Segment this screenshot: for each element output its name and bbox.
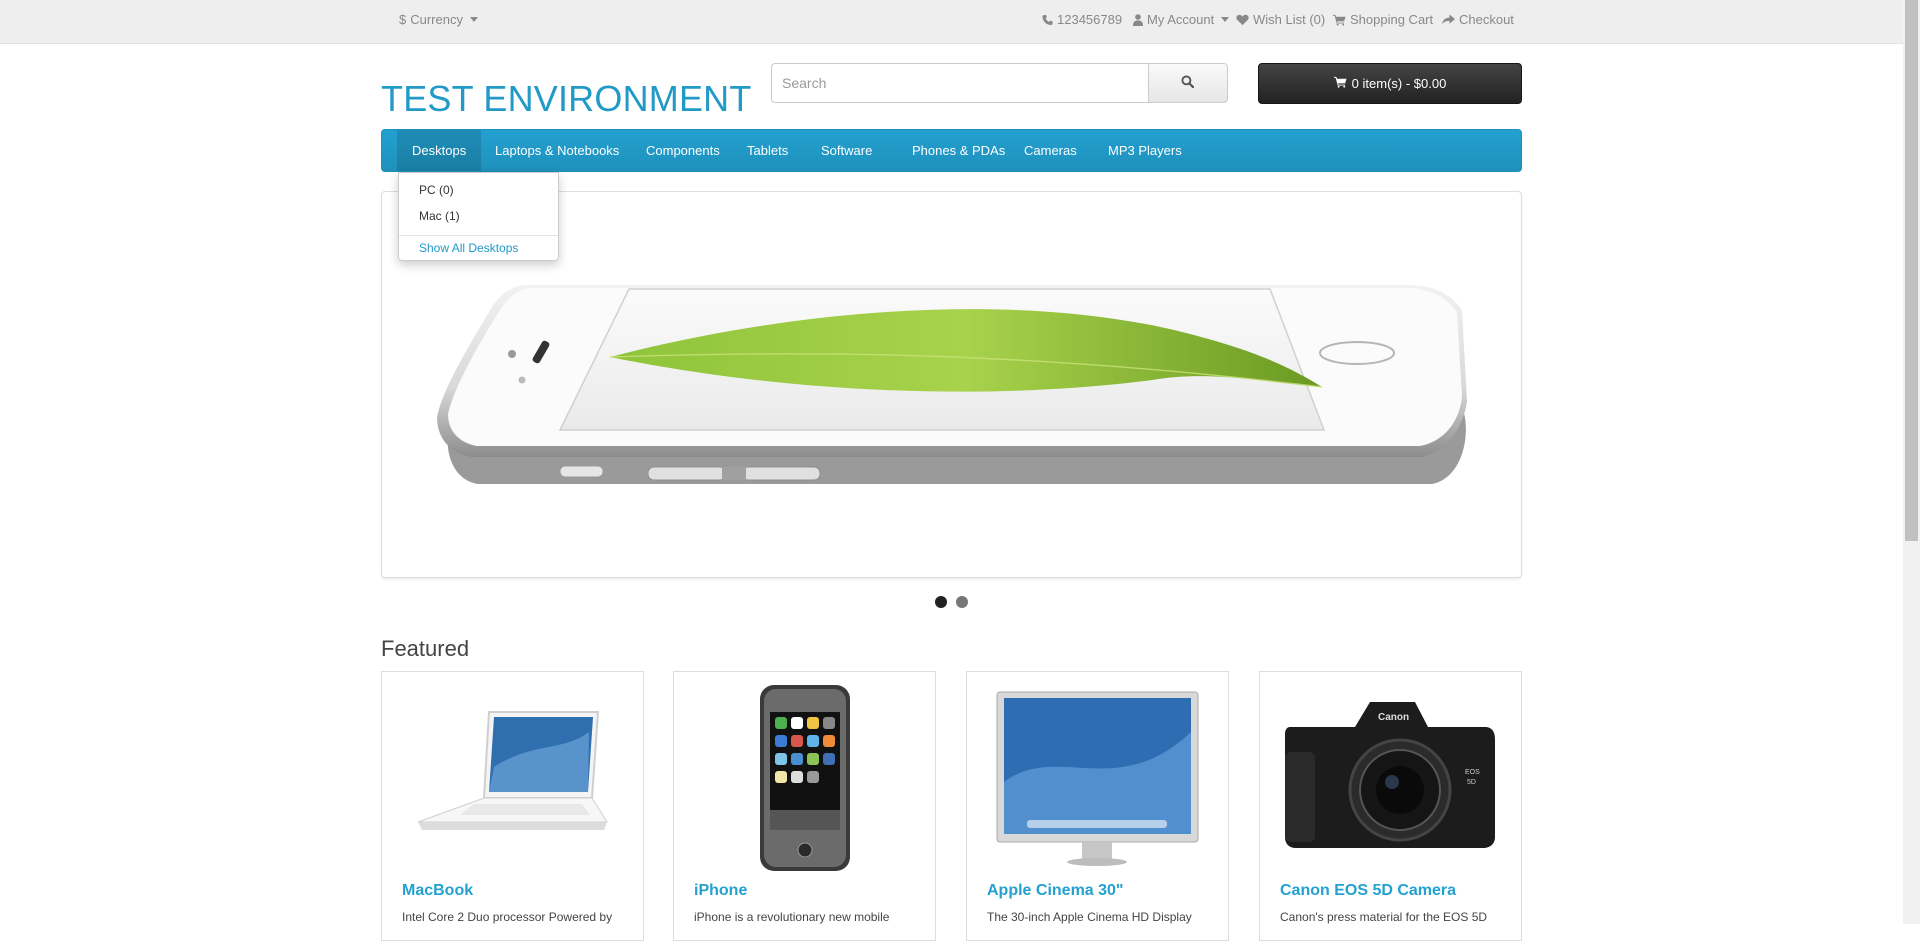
product-card: iPhone iPhone is a revolutionary new mob… — [673, 671, 936, 941]
menu-item-mp3-players[interactable]: MP3 Players — [1093, 130, 1197, 171]
page-scrollbar[interactable] — [1903, 0, 1920, 924]
cart-button[interactable]: 0 item(s) - $0.00 — [1258, 63, 1522, 104]
macbook-image[interactable] — [382, 672, 643, 877]
product-description: Intel Core 2 Duo processor Powered by — [402, 910, 613, 924]
chevron-down-icon — [1221, 17, 1230, 22]
cart-icon — [1333, 14, 1346, 26]
my-account-dropdown[interactable]: My Account — [1133, 12, 1230, 27]
menu-item-phones-pdas[interactable]: Phones & PDAs — [897, 130, 1020, 171]
phone-icon — [1042, 14, 1053, 26]
dropdown-divider — [399, 235, 558, 236]
svg-text:Canon: Canon — [1378, 712, 1409, 723]
search-button[interactable] — [1147, 63, 1228, 103]
wishlist-label: Wish List (0) — [1253, 12, 1326, 27]
main-menu: Desktops Laptops & Notebooks Components … — [381, 129, 1522, 172]
menu-item-software[interactable]: Software — [806, 130, 887, 171]
chevron-down-icon — [469, 17, 478, 22]
canon-camera-image[interactable]: Canon EOS 5D — [1260, 672, 1521, 877]
currency-symbol: $ — [399, 12, 407, 27]
wishlist-link[interactable]: Wish List (0) — [1236, 12, 1325, 27]
currency-label: Currency — [410, 12, 463, 27]
product-description: Canon's press material for the EOS 5D — [1280, 910, 1488, 924]
checkout-link[interactable]: Checkout — [1442, 12, 1514, 27]
product-name-macbook[interactable]: MacBook — [402, 882, 473, 900]
desktops-dropdown: PC (0) Mac (1) Show All Desktops — [398, 172, 559, 261]
my-account-label: My Account — [1147, 12, 1215, 27]
product-name-apple-cinema[interactable]: Apple Cinema 30" — [987, 882, 1124, 900]
svg-text:5D: 5D — [1467, 779, 1476, 786]
cart-icon — [1333, 76, 1347, 91]
shopping-cart-link[interactable]: Shopping Cart — [1333, 12, 1433, 27]
product-card: Apple Cinema 30" The 30-inch Apple Cinem… — [966, 671, 1229, 941]
menu-item-tablets[interactable]: Tablets — [732, 130, 803, 171]
currency-dropdown[interactable]: $ Currency — [399, 12, 478, 27]
heart-icon — [1236, 14, 1249, 26]
phone-number: 123456789 — [1057, 12, 1123, 27]
menu-item-cameras[interactable]: Cameras — [1009, 130, 1092, 171]
search-icon — [1181, 75, 1195, 91]
product-description: The 30-inch Apple Cinema HD Display — [987, 910, 1192, 924]
iphone-image[interactable] — [674, 672, 935, 877]
slide-dot-1[interactable] — [935, 596, 947, 608]
scrollbar-thumb[interactable] — [1905, 0, 1918, 541]
product-card: MacBook Intel Core 2 Duo processor Power… — [381, 671, 644, 941]
top-bar: $ Currency 123456789 My Account Wish Lis… — [0, 0, 1903, 44]
menu-item-components[interactable]: Components — [631, 130, 735, 171]
product-name-iphone[interactable]: iPhone — [694, 882, 747, 900]
product-name-canon-eos-5d[interactable]: Canon EOS 5D Camera — [1280, 882, 1456, 900]
show-all-desktops-link[interactable]: Show All Desktops — [419, 241, 518, 255]
cart-total: 0 item(s) - $0.00 — [1351, 76, 1447, 91]
share-icon — [1442, 13, 1455, 26]
featured-heading: Featured — [381, 636, 470, 661]
dropdown-item-mac[interactable]: Mac (1) — [419, 209, 460, 223]
slide-dot-2[interactable] — [956, 596, 968, 608]
search-bar — [771, 63, 1228, 103]
checkout-label: Checkout — [1459, 12, 1514, 27]
search-input[interactable] — [771, 63, 1148, 103]
store-logo[interactable]: TEST ENVIRONMENT — [381, 78, 752, 120]
menu-item-desktops[interactable]: Desktops — [397, 130, 482, 171]
menu-item-laptops-notebooks[interactable]: Laptops & Notebooks — [480, 130, 634, 171]
svg-text:EOS: EOS — [1465, 769, 1480, 776]
dropdown-item-pc[interactable]: PC (0) — [419, 183, 454, 197]
user-icon — [1133, 13, 1143, 26]
apple-cinema-image[interactable] — [967, 672, 1228, 877]
phone-link[interactable]: 123456789 — [1042, 12, 1122, 27]
product-description: iPhone is a revolutionary new mobile — [694, 910, 890, 924]
slideshow-pagination — [935, 596, 968, 608]
shopping-cart-label: Shopping Cart — [1350, 12, 1434, 27]
product-card: Canon EOS 5D Canon EOS 5D Camera Canon's… — [1259, 671, 1522, 941]
